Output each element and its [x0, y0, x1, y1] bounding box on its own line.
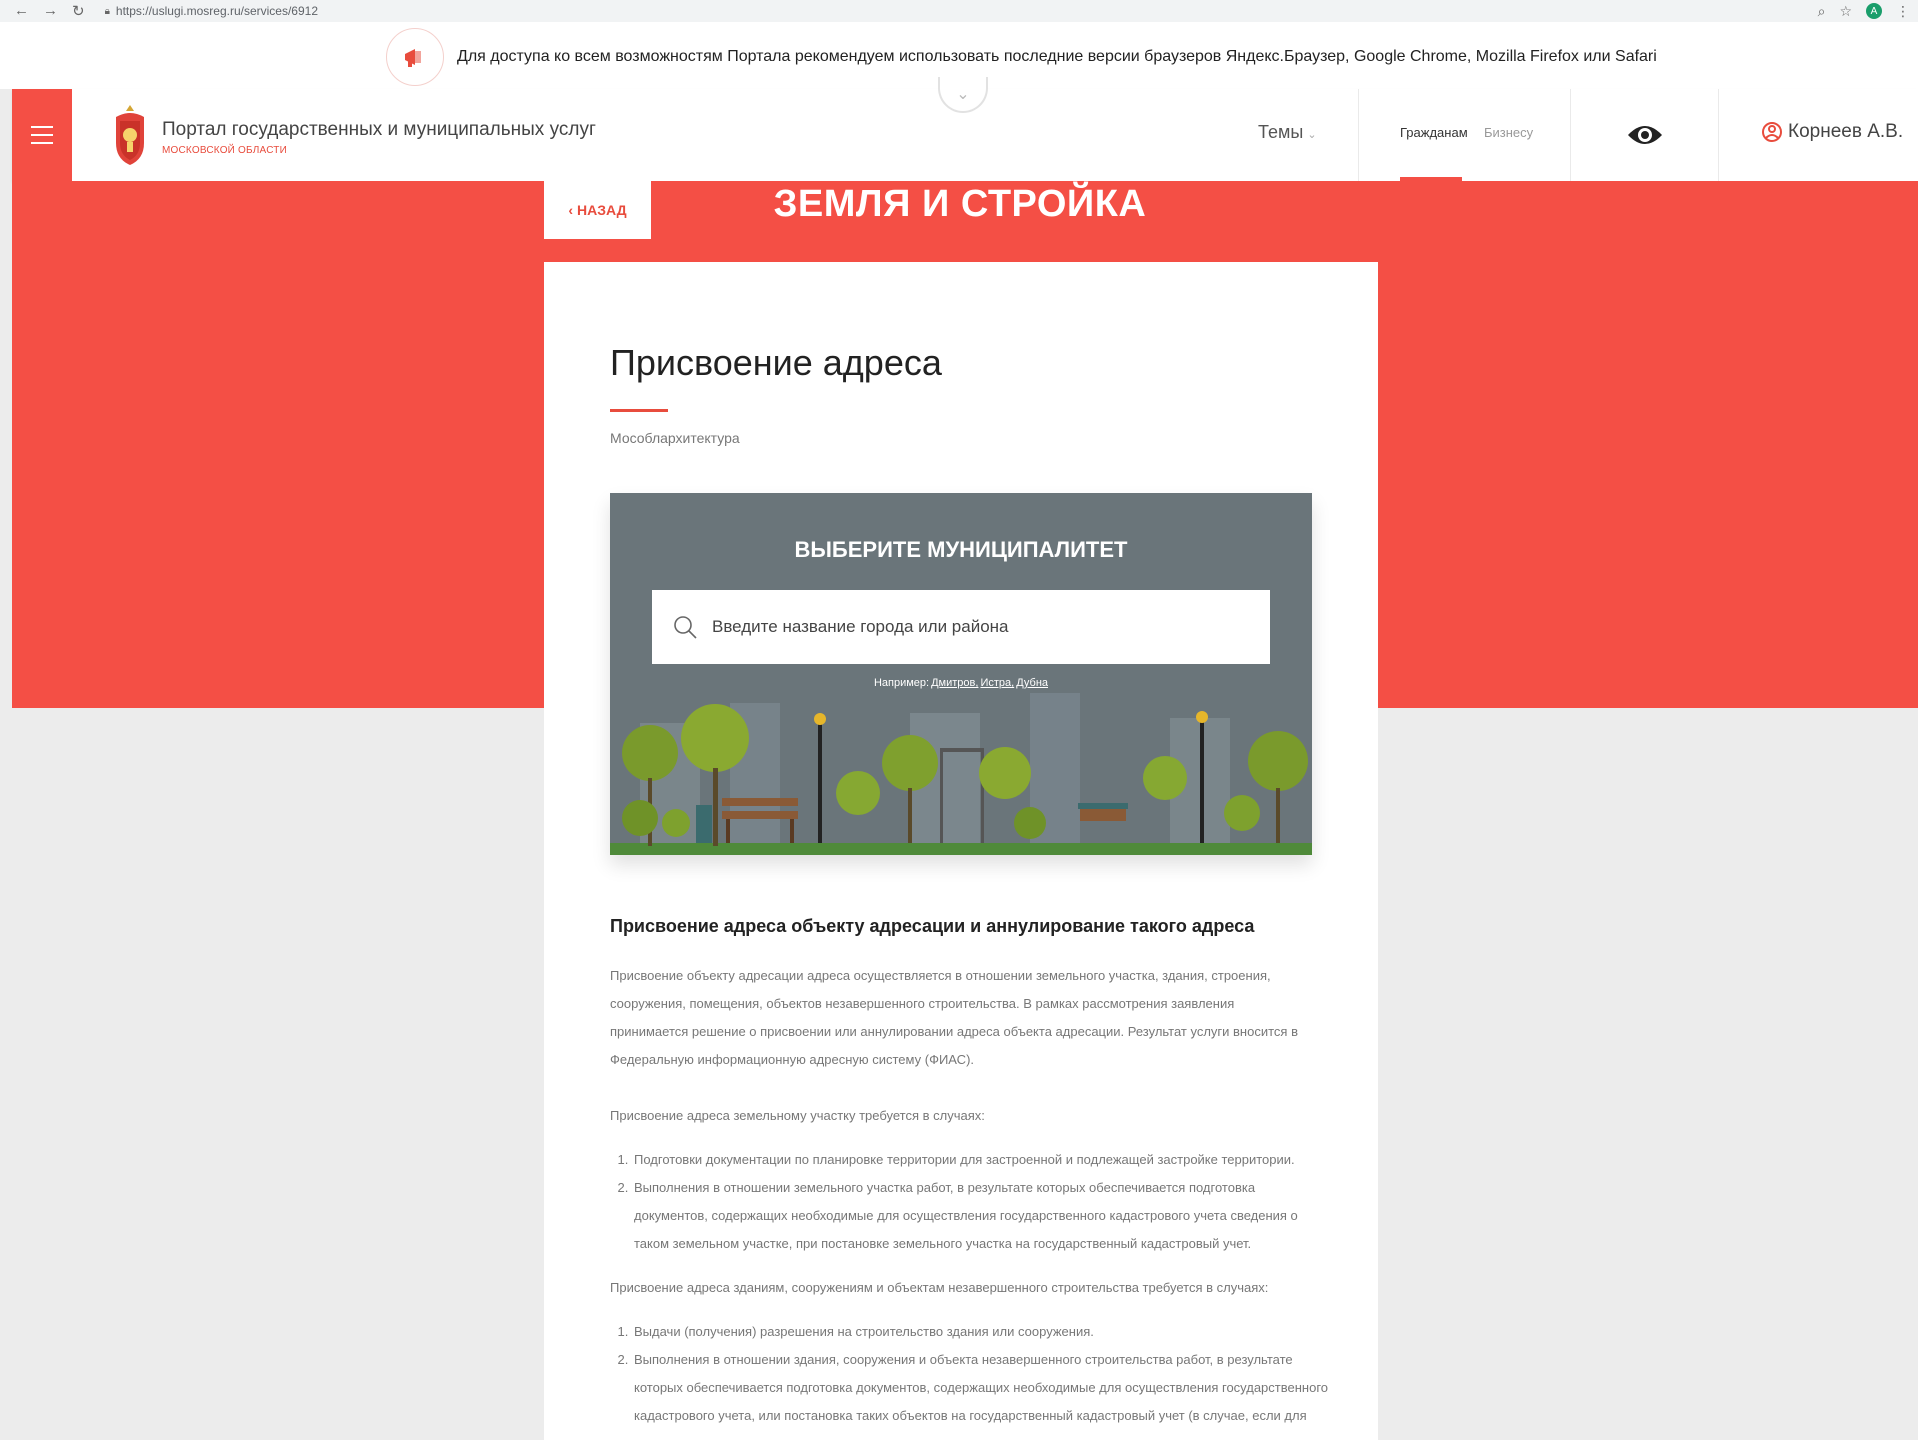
municipality-search-input[interactable] [710, 616, 1234, 638]
browser-toolbar: ← → ↻ 🔒︎ https://uslugi.mosreg.ru/servic… [0, 0, 1918, 23]
crest-icon[interactable] [110, 103, 150, 167]
reload-icon[interactable]: ↻ [72, 2, 85, 20]
header-divider [1570, 89, 1571, 181]
building-cases-heading: Присвоение адреса зданиям, сооружениям и… [610, 1280, 1269, 1295]
list-item: Выдачи (получения) разрешения на строите… [632, 1318, 1332, 1346]
tab-citizens[interactable]: Гражданам [1400, 125, 1468, 140]
list-item: Выполнения в отношении здания, сооружени… [632, 1346, 1332, 1430]
site-header: Портал государственных и муниципальных у… [12, 77, 1918, 181]
example-link-istra[interactable]: Истра, [980, 677, 1014, 689]
megaphone-icon [386, 28, 444, 86]
header-divider [1718, 89, 1719, 181]
user-name: Корнеев А.В. [1788, 121, 1904, 142]
building-cases-list: Выдачи (получения) разрешения на строите… [610, 1318, 1332, 1430]
municipality-search[interactable] [652, 590, 1270, 664]
header-divider [1358, 89, 1359, 181]
land-cases-list: Подготовки документации по планировке те… [610, 1146, 1332, 1258]
list-item: Выполнения в отношении земельного участк… [632, 1174, 1332, 1258]
collapse-notice-handle[interactable]: ⌄ [938, 77, 988, 113]
portal-subtitle: МОСКОВСКОЙ ОБЛАСТИ [162, 145, 287, 156]
municipality-selector: ВЫБЕРИТЕ МУНИЦИПАЛИТЕТ Например:Дмитров,… [610, 493, 1312, 855]
browser-actions: ⌕ ☆ A ⋮ [1818, 0, 1910, 22]
themes-menu[interactable]: Темы ⌄ [1258, 122, 1317, 143]
user-icon [1762, 122, 1782, 142]
star-icon[interactable]: ☆ [1839, 3, 1852, 20]
back-label: НАЗАД [577, 202, 627, 218]
browser-nav: ← → ↻ [14, 2, 85, 20]
municipality-title: ВЫБЕРИТЕ МУНИЦИПАЛИТЕТ [794, 537, 1128, 562]
eye-icon[interactable] [1626, 117, 1664, 153]
back-button[interactable]: ‹ НАЗАД [544, 181, 651, 239]
example-link-dmitrov[interactable]: Дмитров, [931, 677, 978, 689]
search-icon [674, 616, 697, 639]
profile-avatar[interactable]: A [1866, 3, 1882, 19]
back-arrow-icon[interactable]: ← [14, 2, 29, 20]
themes-label: Темы [1258, 122, 1304, 142]
service-card: Присвоение адреса Мособлархитектура ВЫБЕ… [544, 262, 1378, 1440]
chevron-down-icon: ⌄ [1307, 129, 1317, 141]
description-heading: Присвоение адреса объекту адресации и ан… [610, 916, 1255, 936]
zoom-icon[interactable]: ⌕ [1818, 3, 1826, 20]
tab-business[interactable]: Бизнесу [1484, 125, 1533, 140]
address-bar[interactable]: https://uslugi.mosreg.ru/services/6912 [116, 4, 318, 18]
portal-title[interactable]: Портал государственных и муниципальных у… [162, 119, 596, 141]
forward-arrow-icon[interactable]: → [43, 2, 58, 20]
examples-label: Например: [873, 677, 930, 689]
title-underline [610, 409, 668, 412]
municipality-examples: Например: Дмитров, Истра, Дубна [610, 677, 1312, 689]
section-title: ЗЕМЛЯ И СТРОЙКА [773, 183, 1147, 225]
chevron-left-icon: ‹ [568, 202, 574, 218]
chevron-down-icon: ⌄ [956, 86, 970, 103]
page-title: Присвоение адреса [610, 342, 942, 383]
menu-dots-icon[interactable]: ⋮ [1896, 3, 1910, 20]
notice-text: Для доступа ко всем возможностям Портала… [457, 48, 1657, 65]
park-illustration [610, 683, 1312, 855]
menu-icon[interactable] [12, 89, 72, 181]
list-item: Подготовки документации по планировке те… [632, 1146, 1332, 1174]
user-menu[interactable]: Корнеев А.В. [1762, 121, 1903, 143]
land-cases-heading: Присвоение адреса земельному участку тре… [610, 1108, 985, 1123]
organization-name: Мособлархитектура [610, 430, 740, 446]
lock-icon: 🔒︎ [104, 5, 110, 17]
example-link-dubna[interactable]: Дубна [1016, 677, 1048, 689]
description-intro: Присвоение объекту адресации адреса осущ… [610, 968, 1298, 1067]
